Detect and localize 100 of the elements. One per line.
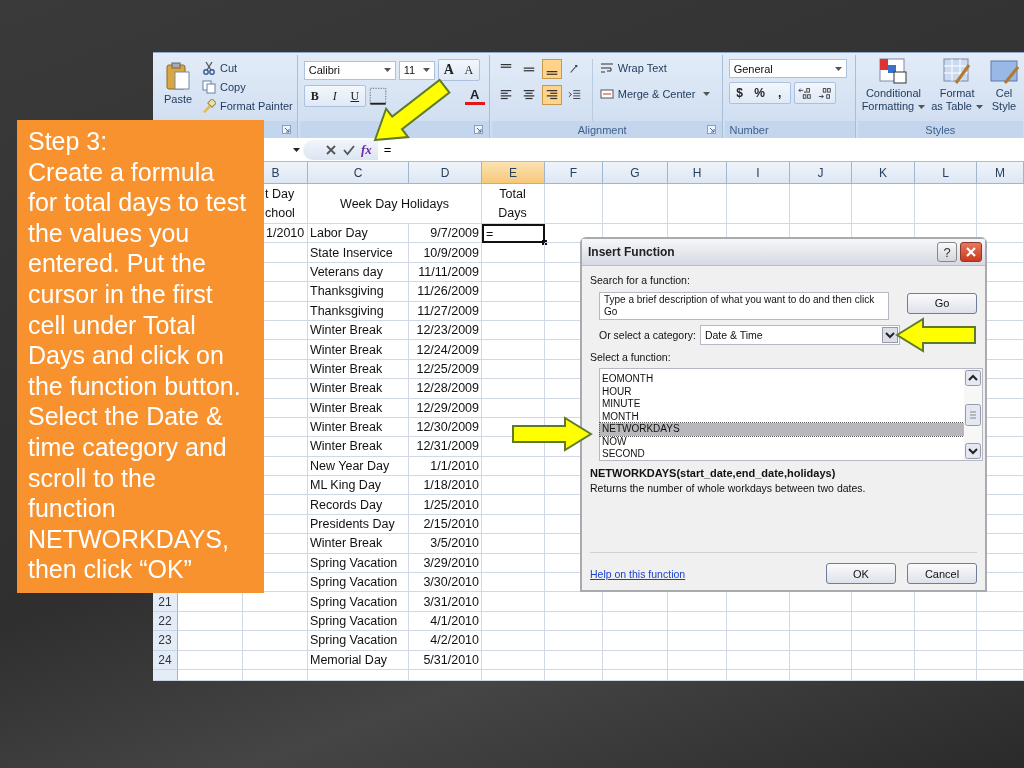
table-cell [977,670,1024,681]
column-header[interactable]: I [727,162,790,184]
dialog-launcher-icon[interactable] [706,125,716,134]
horizontal-align-button[interactable] [541,85,562,105]
table-cell [603,611,668,632]
table-cell: Week Day Holidays [308,184,482,224]
column-header[interactable]: J [790,162,852,184]
scroll-bar[interactable] [964,369,982,460]
search-field[interactable]: Type a brief description of what you want to do and then click Go [599,292,889,320]
number-format-button[interactable]: , [769,83,790,103]
borders-icon[interactable] [368,87,387,105]
function-list-item[interactable]: SECOND [600,448,964,461]
check-icon[interactable] [343,143,355,156]
category-dropdown[interactable]: Date & Time [699,325,900,345]
table-cell [482,670,545,681]
function-signature: NETWORKDAYS(start_date,end_date,holidays) [590,467,836,479]
cancel-entry-icon[interactable] [325,143,337,156]
bold-button[interactable]: B [304,86,325,106]
function-list-item[interactable]: EOMONTH [600,373,964,386]
style-gallery-button[interactable]: Format as Table [931,57,983,121]
font-size-dropdown[interactable]: 11 [398,60,435,80]
underline-button[interactable]: U [344,86,365,106]
merge-cells-icon [599,87,614,101]
colored-grid-icon [878,57,909,85]
cut-button[interactable]: Cut [202,59,293,77]
scissors-icon [202,61,216,75]
caret-icon [976,104,983,109]
table-cell [243,670,308,681]
font-name-dropdown[interactable]: Calibri [303,60,396,80]
function-list-item[interactable]: NOW [600,435,964,448]
column-header[interactable]: H [668,162,727,184]
table-cell [243,611,308,632]
close-button[interactable] [960,242,982,262]
table-cell [977,650,1024,670]
table-cell [790,631,852,651]
column-header[interactable]: K [852,162,915,184]
column-header[interactable]: G [603,162,668,184]
table-cell: 12/31/2009 [409,437,482,457]
step-title: Step 3: [28,126,108,157]
table-cell: 2/15/2010 [409,514,482,535]
shrink-font-button[interactable]: A [458,60,479,80]
table-cell [243,650,308,670]
formula-input[interactable]: = [377,142,1024,157]
table-cell: Veterans day [308,262,409,283]
dropdown-button[interactable] [881,327,898,343]
go-button[interactable]: Go [907,292,977,314]
table-cell: Winter Break [308,534,409,554]
table-cell [915,611,977,632]
paste-button[interactable]: Paste [158,59,198,121]
table-cell: 11/27/2009 [409,301,482,321]
copy-button[interactable]: Copy [202,78,293,96]
help-link[interactable]: Help on this function [590,567,686,580]
vertical-align-button[interactable] [541,59,562,79]
column-header[interactable]: E [482,162,545,184]
style-gallery-button[interactable]: Conditional Formatting [861,57,926,121]
table-cell: 3/29/2010 [409,553,482,574]
insert-function-button[interactable]: fx [361,141,372,158]
wrap-text-button[interactable]: Wrap Text [599,59,711,77]
table-cell [668,670,727,681]
merge-center-button[interactable]: Merge & Center [599,85,711,103]
column-header[interactable]: D [409,162,482,184]
table-cell: Spring Vacation [308,592,409,612]
function-list-item[interactable]: HOUR [600,385,964,398]
help-button[interactable]: ? [937,242,957,262]
cancel-button[interactable]: Cancel [907,563,977,584]
dialog-launcher-icon[interactable] [473,125,483,134]
table-cell [915,670,977,681]
number-format-dropdown[interactable]: General [728,59,847,78]
ok-button[interactable]: OK [826,563,896,584]
table-cell [852,650,915,670]
grow-font-button[interactable]: A [438,60,459,80]
clipboard-icon [165,61,191,91]
dialog-launcher-icon[interactable] [281,125,291,134]
table-cell: Spring Vacation [308,611,409,632]
column-header[interactable]: C [308,162,409,184]
italic-button[interactable]: I [324,86,345,106]
table-cell [668,650,727,670]
table-cell: ML King Day [308,476,409,496]
font-color-button[interactable]: A [464,87,485,105]
style-gallery-button[interactable]: Cel Style [989,57,1019,121]
number-format-button[interactable]: $ [729,83,750,103]
table-cell: Spring Vacation [308,553,409,574]
column-header[interactable]: L [915,162,977,184]
active-cell[interactable]: = [482,224,545,244]
number-format-button[interactable]: % [749,83,770,103]
column-header[interactable]: B [264,162,308,184]
table-cell [545,631,603,651]
column-header[interactable]: F [545,162,603,184]
format-painter-button[interactable]: Format Painter [202,97,293,115]
table-cell [977,611,1024,632]
table-cell: Labor Day [308,224,409,244]
function-list-item[interactable]: MONTH [600,410,964,423]
table-cell [668,611,727,632]
function-list-item[interactable]: MINUTE [600,398,964,411]
table-cell: Thanksgiving [308,301,409,321]
column-header[interactable]: M [977,162,1024,184]
function-list-item[interactable]: NETWORKDAYS [600,423,964,436]
row-header[interactable]: 23 [153,631,178,651]
table-cell: Spring Vacation [308,631,409,651]
table-cell: 3/5/2010 [409,534,482,554]
